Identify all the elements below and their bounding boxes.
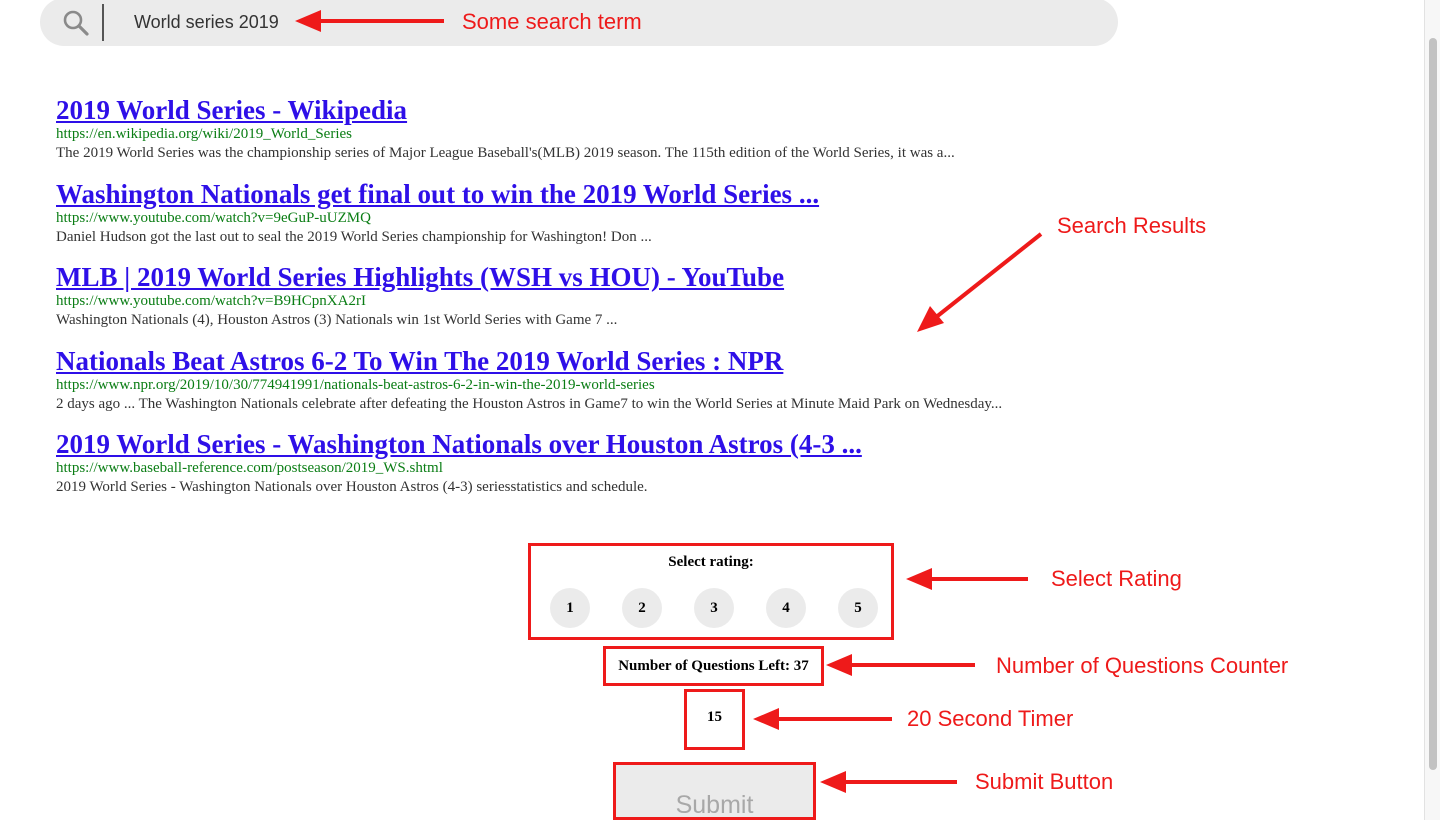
result-title-link[interactable]: 2019 World Series - Washington Nationals… [56,428,1156,460]
questions-counter: Number of Questions Left: 37 [603,646,824,686]
arrow-questions-counter [826,654,975,676]
rating-button-4[interactable]: 4 [766,588,806,628]
result-title-link[interactable]: Washington Nationals get final out to wi… [56,178,1156,210]
result-snippet: The 2019 World Series was the championsh… [56,145,955,161]
search-results: 2019 World Series - Wikipedia https://en… [56,94,1156,512]
search-icon[interactable] [62,9,90,37]
result-url: https://www.npr.org/2019/10/30/774941991… [56,376,655,393]
result-title-link[interactable]: MLB | 2019 World Series Highlights (WSH … [56,261,1156,293]
rating-button-1[interactable]: 1 [550,588,590,628]
scrollbar-thumb[interactable] [1429,38,1437,770]
rating-box: Select rating: 1 2 3 4 5 [528,543,894,640]
result-snippet: 2 days ago ... The Washington Nationals … [56,395,1003,412]
result-url: https://www.youtube.com/watch?v=B9HCpnXA… [56,293,366,309]
search-result: Nationals Beat Astros 6-2 To Win The 201… [56,345,1156,429]
result-url: https://www.baseball-reference.com/posts… [56,460,443,476]
rating-button-5[interactable]: 5 [838,588,878,628]
submit-button[interactable]: Submit [616,765,813,817]
result-snippet: Washington Nationals (4), Houston Astros… [56,312,618,328]
arrow-select-rating [906,568,1028,590]
submit-box: Submit [613,762,816,820]
annotation-select-rating: Select Rating [1051,566,1182,591]
search-result: MLB | 2019 World Series Highlights (WSH … [56,261,1156,345]
timer: 15 [684,689,745,750]
rating-button-2[interactable]: 2 [622,588,662,628]
result-snippet: 2019 World Series - Washington Nationals… [56,479,648,495]
annotation-search-term: Some search term [462,9,642,34]
result-snippet: Daniel Hudson got the last out to seal t… [56,228,652,245]
arrow-submit-button [820,771,957,793]
result-title-link[interactable]: Nationals Beat Astros 6-2 To Win The 201… [56,345,1156,377]
search-result: 2019 World Series - Wikipedia https://en… [56,94,1156,178]
rating-label: Select rating: [668,554,754,570]
annotation-search-results: Search Results [1057,213,1207,238]
result-url: https://en.wikipedia.org/wiki/2019_World… [56,126,352,142]
search-result: 2019 World Series - Washington Nationals… [56,428,1156,512]
search-divider [102,4,104,41]
annotation-submit-button: Submit Button [975,769,1114,794]
search-result: Washington Nationals get final out to wi… [56,178,1156,262]
result-title-link[interactable]: 2019 World Series - Wikipedia [56,94,1156,126]
annotation-timer: 20 Second Timer [907,706,1074,731]
annotation-questions-counter: Number of Questions Counter [996,653,1289,678]
arrow-timer [753,708,892,730]
result-url: https://www.youtube.com/watch?v=9eGuP-uU… [56,209,371,226]
rating-button-3[interactable]: 3 [694,588,734,628]
